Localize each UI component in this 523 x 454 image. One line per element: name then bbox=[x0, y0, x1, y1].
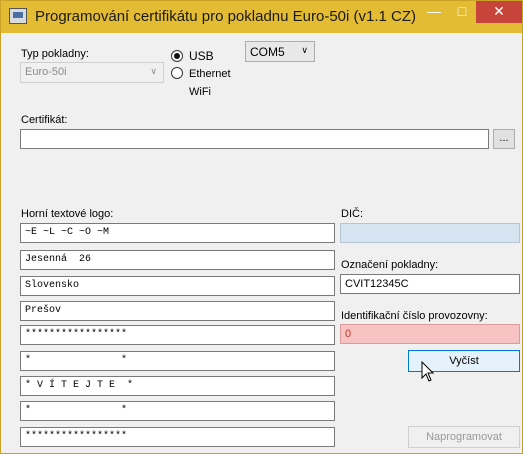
close-button[interactable]: ✕ bbox=[476, 1, 522, 23]
logo-line-input[interactable]: Jesenná 26 bbox=[20, 250, 335, 270]
certifikat-label: Certifikát: bbox=[21, 114, 68, 126]
logo-line-input[interactable]: ***************** bbox=[20, 325, 335, 345]
logo-line-input[interactable]: Slovensko bbox=[20, 276, 335, 296]
chevron-down-icon: ∨ bbox=[301, 45, 308, 55]
provozovna-label: Identifikační číslo provozovny: bbox=[341, 310, 488, 322]
certifikat-input[interactable] bbox=[20, 129, 489, 149]
maximize-button[interactable]: □ bbox=[448, 1, 476, 23]
ethernet-label[interactable]: Ethernet bbox=[189, 68, 231, 80]
naprogramovat-button[interactable]: Naprogramovat bbox=[408, 426, 520, 448]
window-title: Programování certifikátu pro pokladnu Eu… bbox=[35, 8, 417, 25]
com-port-value: COM5 bbox=[250, 45, 285, 59]
logo-line-input[interactable]: * * bbox=[20, 351, 335, 371]
oznaceni-input[interactable]: CVIT12345C bbox=[340, 274, 520, 294]
dic-input[interactable] bbox=[340, 223, 520, 243]
wifi-label: WiFi bbox=[189, 86, 211, 98]
com-port-select[interactable]: COM5 ∨ bbox=[245, 41, 315, 62]
logo-line-input[interactable]: * * bbox=[20, 401, 335, 421]
provozovna-input[interactable]: 0 bbox=[340, 324, 520, 344]
oznaceni-label: Označení pokladny: bbox=[341, 259, 439, 271]
title-bar[interactable]: Programování certifikátu pro pokladnu Eu… bbox=[1, 1, 522, 33]
typ-pokladny-select[interactable]: Euro-50i ∨ bbox=[20, 62, 164, 83]
logo-label: Horní textové logo: bbox=[21, 208, 114, 220]
ethernet-radio[interactable] bbox=[171, 67, 183, 79]
app-icon bbox=[9, 8, 27, 24]
typ-pokladny-label: Typ pokladny: bbox=[21, 48, 89, 60]
logo-line-input[interactable]: * V Í T E J T E * bbox=[20, 376, 335, 396]
logo-line-input[interactable]: Prešov bbox=[20, 301, 335, 321]
usb-label[interactable]: USB bbox=[189, 49, 214, 63]
logo-line-input[interactable]: ***************** bbox=[20, 427, 335, 447]
dic-label: DIČ: bbox=[341, 208, 363, 220]
mouse-cursor-icon bbox=[421, 361, 435, 382]
usb-radio[interactable] bbox=[171, 50, 183, 62]
typ-pokladny-value: Euro-50i bbox=[25, 66, 67, 78]
app-window: Programování certifikátu pro pokladnu Eu… bbox=[0, 0, 523, 454]
browse-button[interactable]: ... bbox=[493, 129, 515, 149]
chevron-down-icon: ∨ bbox=[150, 66, 157, 76]
minimize-button[interactable]: — bbox=[420, 1, 448, 23]
logo-line-input[interactable]: ~E ~L ~C ~O ~M bbox=[20, 223, 335, 243]
